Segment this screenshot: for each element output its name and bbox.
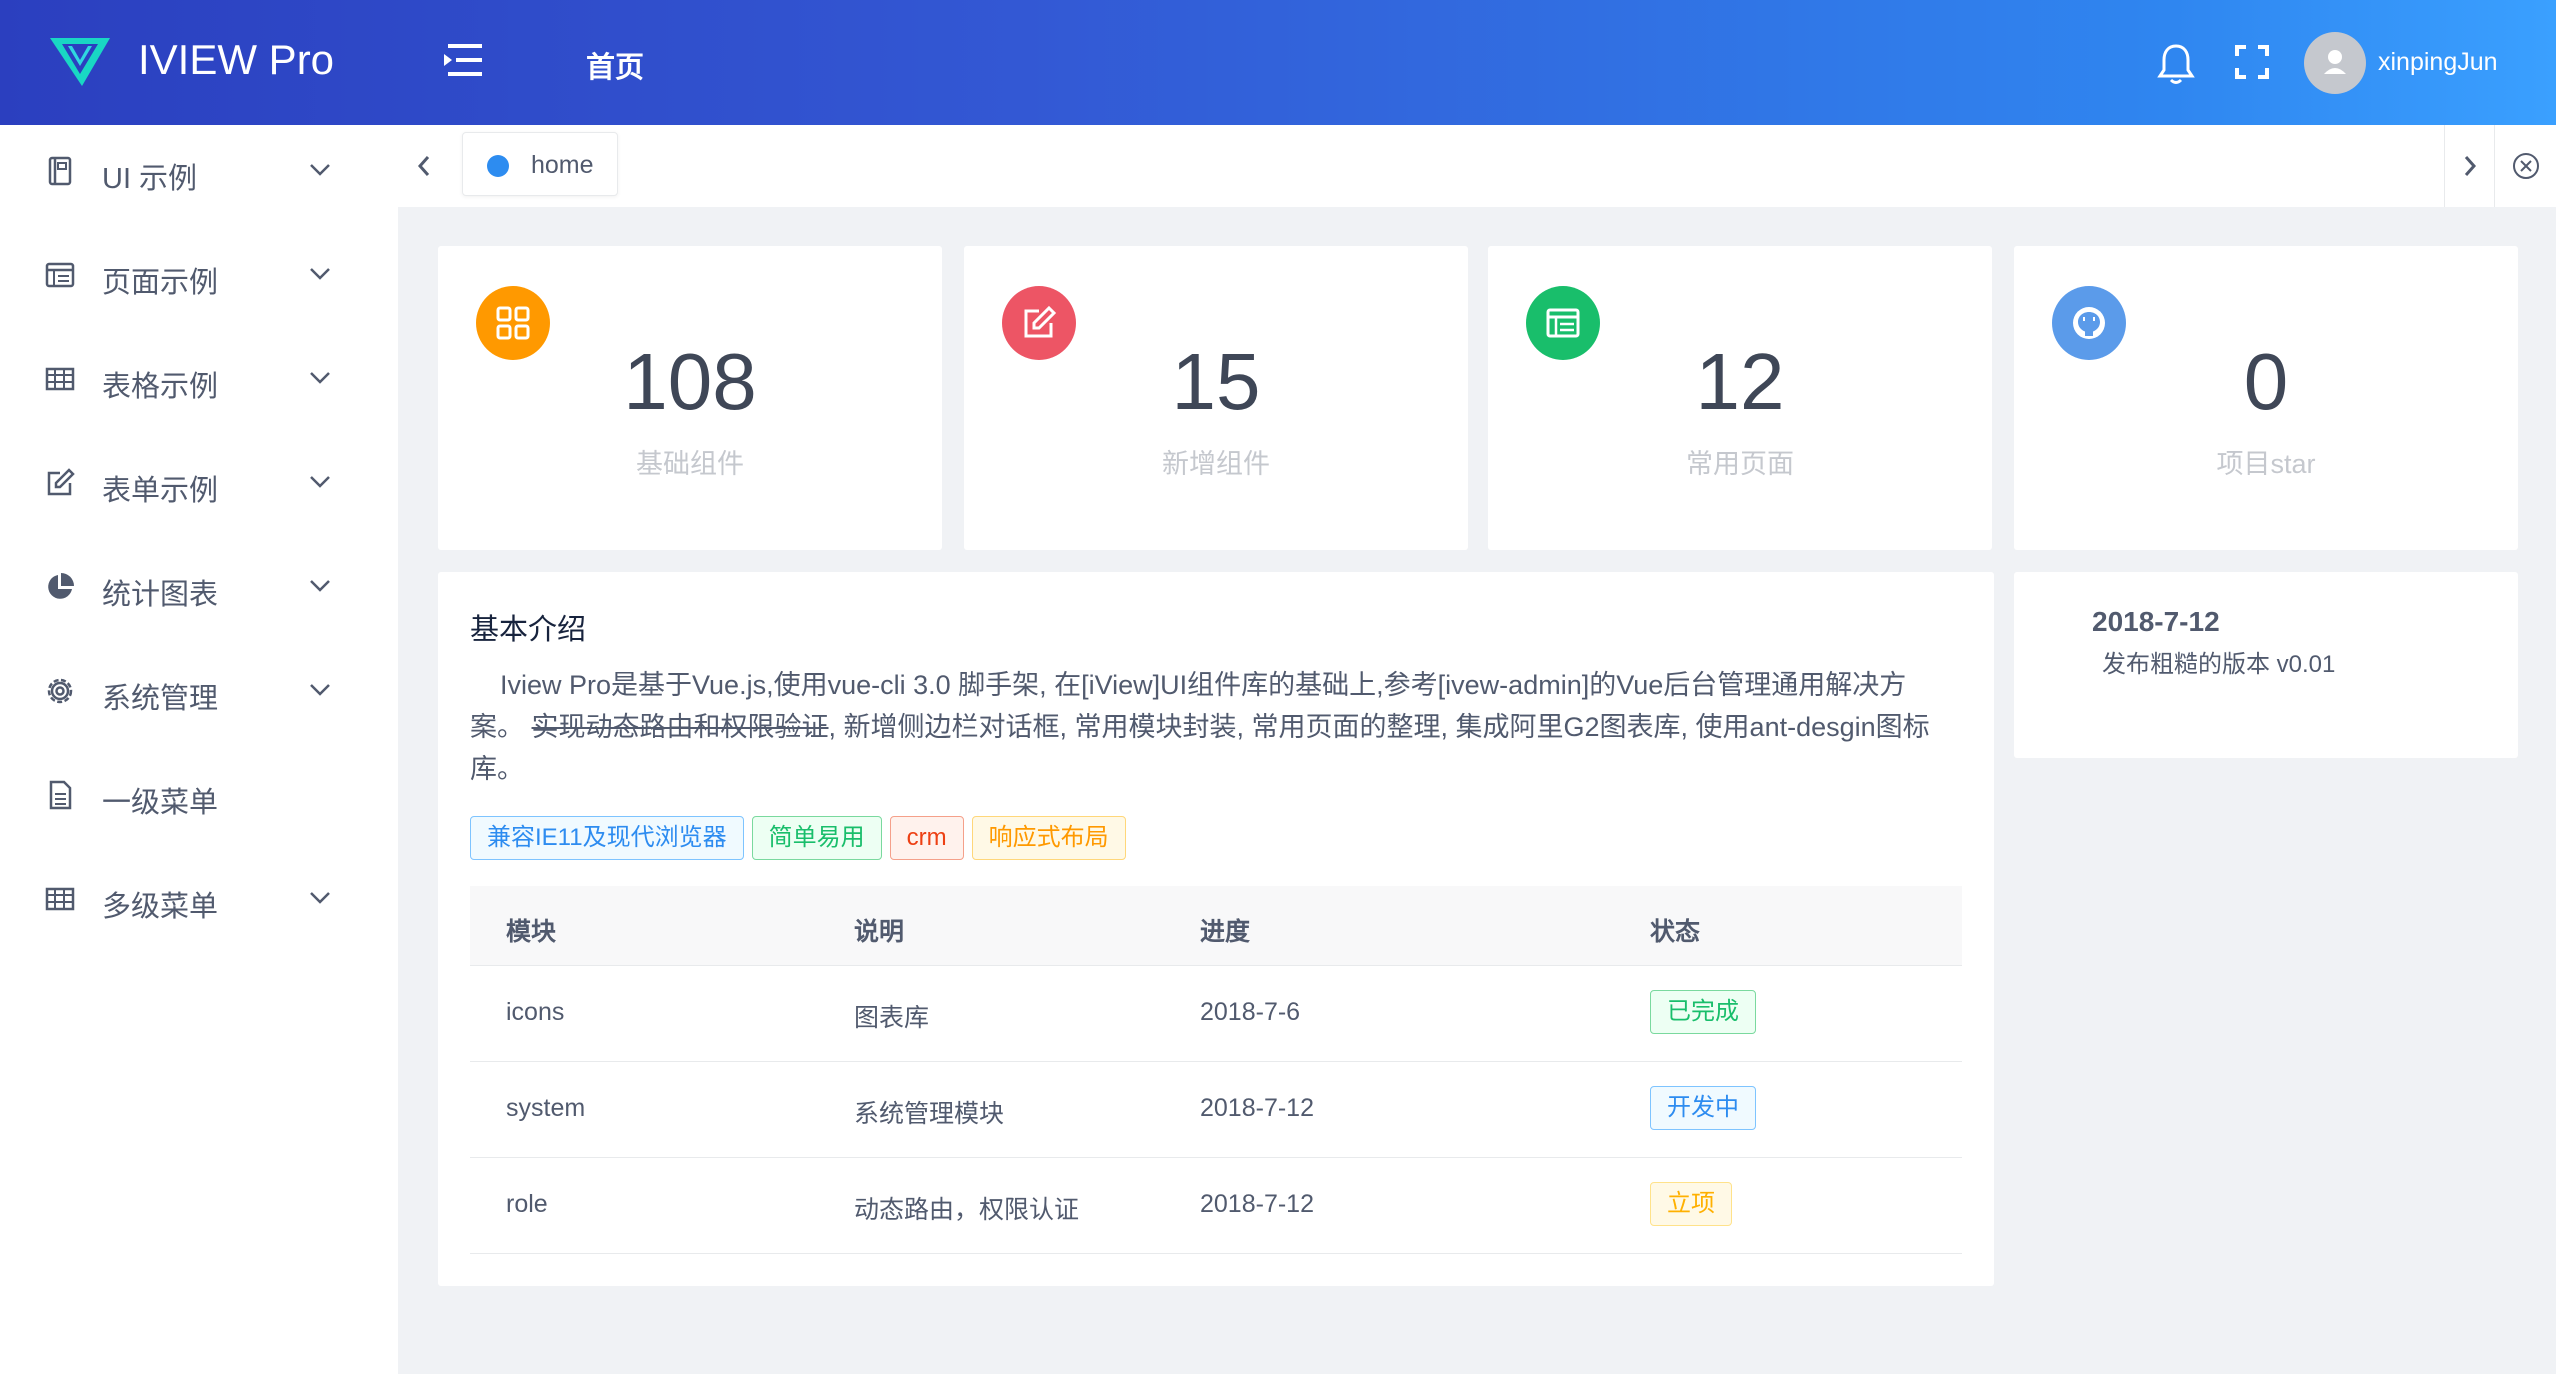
top-header: IVIEW Pro 首页 xinpingJun bbox=[0, 0, 2556, 125]
stat-value: 0 bbox=[2243, 337, 2289, 426]
changelog-date: 2018-7-12 bbox=[2092, 606, 2220, 637]
sidebar-item-label: UI 示例 bbox=[102, 163, 198, 195]
status-badge: 立项 bbox=[1650, 1182, 1732, 1226]
avatar[interactable] bbox=[2304, 32, 2366, 94]
chevron-down-icon bbox=[310, 580, 330, 592]
sidebar-item-multilevel-menu[interactable]: 多级菜单 bbox=[0, 853, 398, 943]
stat-label: 项目star bbox=[2216, 449, 2316, 479]
pie-chart-icon bbox=[48, 573, 74, 599]
stat-value: 12 bbox=[1695, 337, 1785, 426]
sidebar-item-page-examples[interactable]: 页面示例 bbox=[0, 229, 398, 319]
username[interactable]: xinpingJun bbox=[2378, 48, 2498, 77]
intro-title: 基本介绍 bbox=[470, 614, 587, 646]
table-row[interactable]: icons 图表库 2018-7-6 已完成 bbox=[470, 966, 1962, 1062]
sidebar-item-ui-examples[interactable]: UI 示例 bbox=[0, 125, 398, 215]
tab-scroll-right-button[interactable] bbox=[2444, 125, 2494, 207]
tag: 简单易用 bbox=[751, 816, 882, 860]
status-badge: 开发中 bbox=[1650, 1086, 1756, 1130]
cell-progress: 2018-7-12 bbox=[1200, 1190, 1314, 1218]
status-badge: 已完成 bbox=[1650, 990, 1756, 1034]
breadcrumb-home[interactable]: 首页 bbox=[586, 44, 644, 86]
user-icon bbox=[2324, 50, 2346, 74]
column-header: 状态 bbox=[1650, 918, 1701, 946]
column-header: 进度 bbox=[1200, 918, 1251, 946]
sidebar-item-form-examples[interactable]: 表单示例 bbox=[0, 437, 398, 527]
sidebar-item-label: 多级菜单 bbox=[102, 891, 219, 923]
stat-card-common-pages: 12 常用页面 bbox=[1488, 246, 1992, 550]
chevron-down-icon bbox=[310, 164, 330, 176]
stat-card-new-components: 15 新增组件 bbox=[964, 246, 1468, 550]
book-icon bbox=[48, 156, 72, 186]
edit-icon bbox=[47, 468, 75, 496]
sidebar-item-label: 统计图表 bbox=[102, 579, 219, 611]
tab-scroll-left-button[interactable] bbox=[398, 125, 450, 207]
changelog-card: 2018-7-12 发布粗糙的版本 v0.01 bbox=[2014, 572, 2518, 758]
changelog-desc: 发布粗糙的版本 v0.01 bbox=[2102, 651, 2336, 678]
cell-desc: 图表库 bbox=[854, 1004, 930, 1032]
tag: crm bbox=[889, 816, 964, 860]
stat-label: 新增组件 bbox=[1162, 449, 1270, 479]
cell-progress: 2018-7-12 bbox=[1200, 1094, 1314, 1122]
cell-desc: 动态路由，权限认证 bbox=[854, 1196, 1080, 1224]
menu-collapse-icon[interactable] bbox=[440, 40, 486, 80]
sidebar-item-label: 一级菜单 bbox=[102, 787, 219, 819]
stat-label: 常用页面 bbox=[1686, 449, 1794, 479]
gear-icon bbox=[47, 678, 73, 704]
sidebar-item-system[interactable]: 系统管理 bbox=[0, 645, 398, 735]
close-circle-icon bbox=[2513, 153, 2539, 179]
chevron-down-icon bbox=[310, 476, 330, 488]
tab-label: home bbox=[531, 151, 594, 179]
sidebar: UI 示例 页面示例 表格示例 表单示例 统计图表 系统管理 一级菜单 多级菜单 bbox=[0, 125, 398, 1374]
stat-card-project-stars: 0 项目star bbox=[2014, 246, 2518, 550]
sidebar-item-charts[interactable]: 统计图表 bbox=[0, 541, 398, 631]
stat-card-basic-components: 108 基础组件 bbox=[438, 246, 942, 550]
tab-active-dot bbox=[487, 155, 509, 177]
column-header: 模块 bbox=[506, 918, 557, 946]
chevron-down-icon bbox=[310, 684, 330, 696]
chevron-down-icon bbox=[310, 372, 330, 384]
intro-card: 基本介绍 Iview Pro是基于Vue.js,使用vue-cli 3.0 脚手… bbox=[438, 572, 1994, 1286]
cell-module: role bbox=[506, 1190, 548, 1218]
sidebar-item-label: 系统管理 bbox=[102, 683, 219, 715]
cell-progress: 2018-7-6 bbox=[1200, 998, 1301, 1026]
stat-value: 15 bbox=[1171, 337, 1261, 426]
column-header: 说明 bbox=[854, 918, 905, 946]
intro-text: Iview Pro是基于Vue.js,使用vue-cli 3.0 脚手架, 在[… bbox=[470, 664, 1960, 790]
chevron-down-icon bbox=[310, 268, 330, 280]
tab-close-all-button[interactable] bbox=[2494, 125, 2556, 207]
tab-bar: home bbox=[398, 125, 2556, 207]
table-row[interactable]: system 系统管理模块 2018-7-12 开发中 bbox=[470, 1062, 1962, 1158]
sidebar-item-label: 表格示例 bbox=[102, 371, 219, 403]
chevron-down-icon bbox=[310, 892, 330, 904]
sidebar-item-level1-menu[interactable]: 一级菜单 bbox=[0, 749, 398, 839]
cell-module: system bbox=[506, 1094, 586, 1122]
feature-tags: 兼容IE11及现代浏览器 简单易用 crm 响应式布局 bbox=[470, 816, 1126, 860]
logo-icon[interactable] bbox=[48, 34, 112, 90]
table-icon bbox=[45, 887, 75, 911]
tab-home[interactable]: home bbox=[462, 132, 618, 196]
chevron-right-icon bbox=[2464, 156, 2477, 176]
chevron-left-icon bbox=[417, 156, 430, 176]
table-icon bbox=[45, 367, 75, 391]
table-row[interactable]: role 动态路由，权限认证 2018-7-12 立项 bbox=[470, 1158, 1962, 1254]
tag: 兼容IE11及现代浏览器 bbox=[470, 816, 744, 860]
sidebar-item-label: 页面示例 bbox=[102, 267, 219, 299]
bell-icon[interactable] bbox=[2156, 42, 2196, 86]
stat-label: 基础组件 bbox=[636, 449, 744, 479]
intro-text-strikethrough: 实现动态路由和权限验证 bbox=[531, 712, 829, 742]
sidebar-item-label: 表单示例 bbox=[102, 475, 219, 507]
table-header: 模块 说明 进度 状态 bbox=[470, 886, 1962, 966]
cell-module: icons bbox=[506, 998, 565, 1026]
tag: 响应式布局 bbox=[971, 816, 1126, 860]
stat-value: 108 bbox=[623, 337, 757, 426]
sidebar-item-table-examples[interactable]: 表格示例 bbox=[0, 333, 398, 423]
brand-title[interactable]: IVIEW Pro bbox=[138, 36, 334, 84]
document-icon bbox=[49, 780, 72, 810]
browser-icon bbox=[45, 262, 75, 288]
fullscreen-icon[interactable] bbox=[2234, 44, 2270, 80]
cell-desc: 系统管理模块 bbox=[854, 1100, 1005, 1128]
